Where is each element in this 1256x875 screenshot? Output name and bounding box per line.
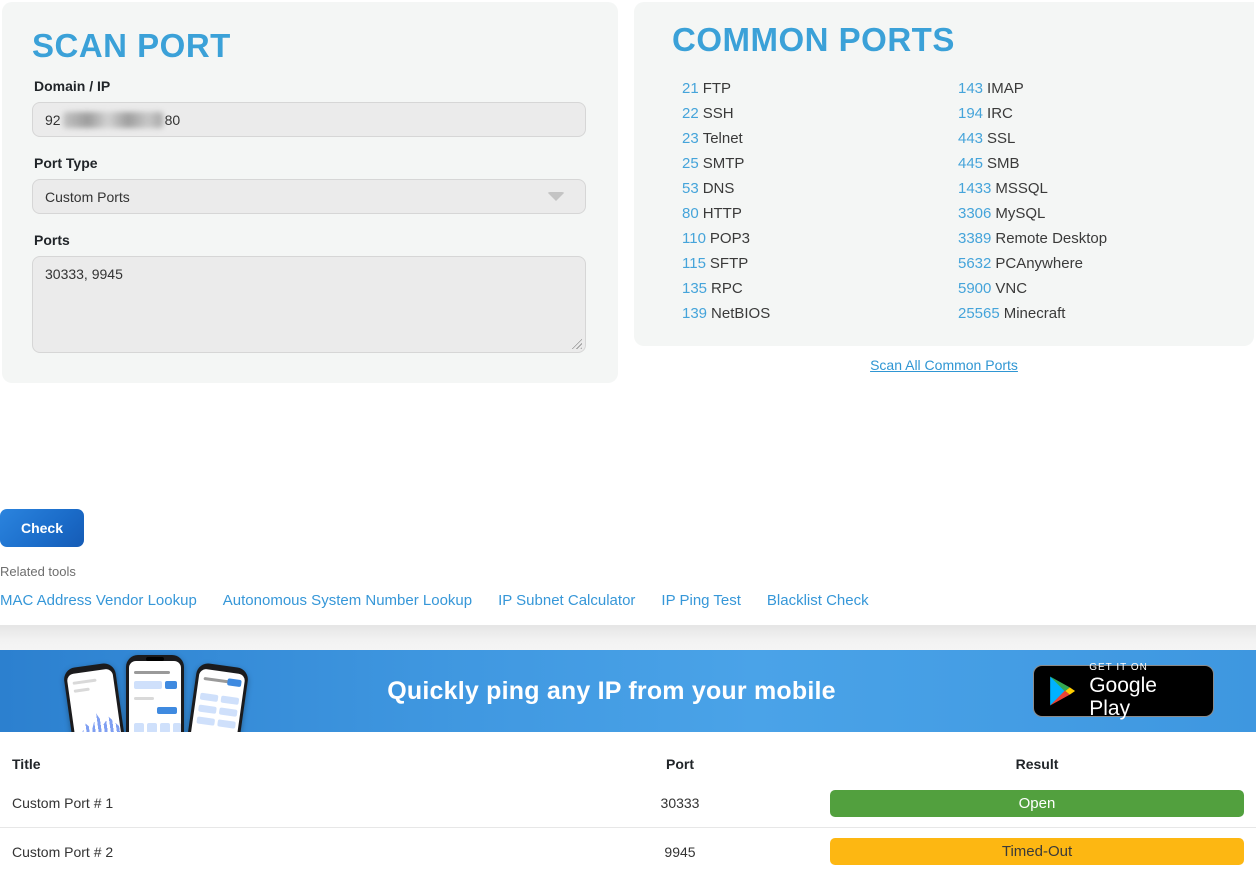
common-port-item: 23Telnet: [682, 126, 958, 151]
scan-results-table: Title Port Result Custom Port # 1 30333 …: [0, 732, 1256, 875]
results-header-result: Result: [800, 756, 1256, 772]
domain-ip-value-suffix: 80: [165, 112, 181, 128]
result-row-title: Custom Port # 1: [0, 795, 560, 811]
result-row-port: 30333: [560, 795, 800, 811]
top-panels: SCAN PORT Domain / IP 92 80 Port Type Cus…: [0, 0, 1256, 385]
common-port-item: 445SMB: [958, 151, 1234, 176]
mobile-app-banner[interactable]: Quickly ping any IP from your mobile GET…: [0, 650, 1256, 732]
status-badge-open: Open: [830, 790, 1244, 817]
port-type-label: Port Type: [34, 155, 586, 171]
common-port-item: 143IMAP: [958, 76, 1234, 101]
link-mac-address-vendor-lookup[interactable]: MAC Address Vendor Lookup: [0, 592, 197, 609]
common-port-item: 21FTP: [682, 76, 958, 101]
common-port-item: 5632PCAnywhere: [958, 251, 1234, 276]
google-play-badge-line1: GET IT ON: [1089, 662, 1201, 673]
chevron-down-icon: [547, 192, 565, 201]
result-row-title: Custom Port # 2: [0, 844, 560, 860]
resize-handle-icon[interactable]: [569, 336, 582, 349]
domain-ip-label: Domain / IP: [34, 78, 586, 94]
link-asn-lookup[interactable]: Autonomous System Number Lookup: [223, 592, 472, 609]
domain-ip-input[interactable]: 92 80: [32, 102, 586, 137]
results-header-title: Title: [0, 756, 560, 772]
app-phones-image: [68, 655, 248, 732]
phone-mockup-left: [63, 662, 130, 732]
common-port-item: 25SMTP: [682, 151, 958, 176]
ports-label: Ports: [34, 232, 586, 248]
section-divider-band: [0, 625, 1256, 650]
ports-value: 30333, 9945: [45, 266, 123, 282]
common-port-item: 135RPC: [682, 276, 958, 301]
scan-port-panel: SCAN PORT Domain / IP 92 80 Port Type Cus…: [2, 2, 618, 383]
results-header-row: Title Port Result: [0, 749, 1256, 779]
phone-mockup-center: [126, 655, 184, 732]
ports-textarea[interactable]: 30333, 9945: [32, 256, 586, 353]
link-blacklist-check[interactable]: Blacklist Check: [767, 592, 869, 609]
results-header-port: Port: [560, 756, 800, 772]
redacted-ip-segment: [63, 112, 163, 128]
status-badge-timed-out: Timed-Out: [830, 838, 1244, 865]
common-ports-title: COMMON PORTS: [672, 22, 1234, 58]
common-ports-list-left: 21FTP 22SSH 23Telnet 25SMTP 53DNS 80HTTP…: [682, 76, 958, 326]
phone-mockup-right: [183, 662, 250, 732]
domain-ip-value-prefix: 92: [45, 112, 61, 128]
google-play-badge-line2: Google Play: [1089, 674, 1201, 720]
link-ip-ping-test[interactable]: IP Ping Test: [661, 592, 741, 609]
common-port-item: 194IRC: [958, 101, 1234, 126]
port-type-selected-value: Custom Ports: [45, 189, 130, 205]
common-port-item: 1433MSSQL: [958, 176, 1234, 201]
common-port-item: 25565Minecraft: [958, 301, 1234, 326]
common-port-item: 22SSH: [682, 101, 958, 126]
common-port-item: 443SSL: [958, 126, 1234, 151]
result-row-port: 9945: [560, 844, 800, 860]
check-button-row: Check: [0, 509, 1256, 547]
scan-port-title: SCAN PORT: [32, 28, 586, 64]
common-port-item: 80HTTP: [682, 201, 958, 226]
table-row: Custom Port # 2 9945 Timed-Out: [0, 827, 1256, 875]
common-ports-column: COMMON PORTS 21FTP 22SSH 23Telnet 25SMTP…: [634, 2, 1254, 375]
link-ip-subnet-calculator[interactable]: IP Subnet Calculator: [498, 592, 635, 609]
common-port-item: 110POP3: [682, 226, 958, 251]
related-tools-heading: Related tools: [0, 564, 1256, 579]
common-ports-list-right: 143IMAP 194IRC 443SSL 445SMB 1433MSSQL 3…: [958, 76, 1234, 326]
common-ports-panel: COMMON PORTS 21FTP 22SSH 23Telnet 25SMTP…: [634, 2, 1254, 346]
common-port-item: 3389Remote Desktop: [958, 226, 1234, 251]
common-port-item: 139NetBIOS: [682, 301, 958, 326]
google-play-icon: [1046, 673, 1079, 709]
common-port-item: 115SFTP: [682, 251, 958, 276]
common-port-item: 53DNS: [682, 176, 958, 201]
scan-all-common-ports-link[interactable]: Scan All Common Ports: [870, 357, 1018, 373]
check-button[interactable]: Check: [0, 509, 84, 547]
google-play-badge[interactable]: GET IT ON Google Play: [1033, 665, 1214, 717]
port-type-select[interactable]: Custom Ports: [32, 179, 586, 214]
related-tools-links: MAC Address Vendor Lookup Autonomous Sys…: [0, 592, 1256, 609]
common-port-item: 3306MySQL: [958, 201, 1234, 226]
table-row: Custom Port # 1 30333 Open: [0, 779, 1256, 827]
google-play-badge-text: GET IT ON Google Play: [1089, 662, 1201, 720]
common-port-item: 5900VNC: [958, 276, 1234, 301]
